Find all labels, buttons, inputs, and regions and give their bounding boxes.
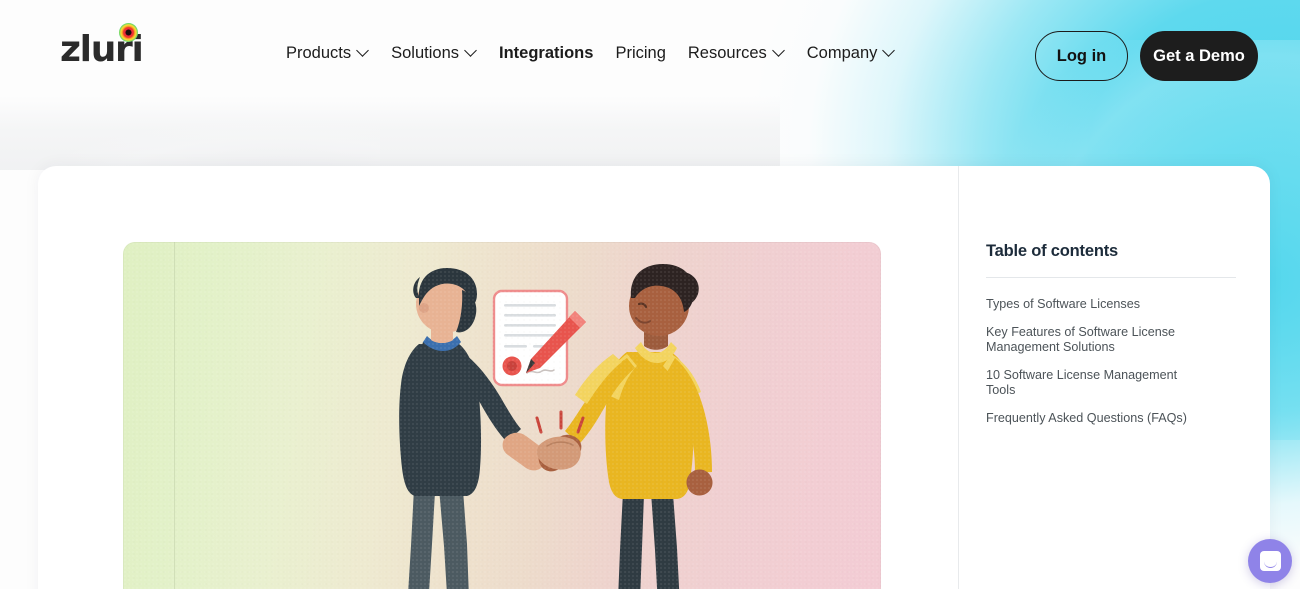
toc-title: Table of contents: [986, 242, 1118, 260]
nav-label: Integrations: [499, 44, 594, 62]
nav-item-resources[interactable]: Resources: [688, 44, 785, 63]
article-card: Table of contents Types of Software Lice…: [38, 166, 1270, 589]
nav-label: Solutions: [391, 44, 460, 62]
chat-message-icon: [1259, 551, 1281, 571]
nav-item-solutions[interactable]: Solutions: [391, 44, 477, 63]
nav-label: Pricing: [615, 44, 666, 62]
page-root: zluri Products Solutions Integrations Pr…: [0, 0, 1300, 589]
toc-list: Types of Software Licenses Key Features …: [986, 297, 1244, 426]
login-button[interactable]: Log in: [1035, 31, 1128, 81]
nav-item-company[interactable]: Company: [807, 44, 896, 63]
main-navigation: Products Solutions Integrations Pricing …: [286, 44, 895, 63]
brand-logo[interactable]: zluri: [60, 23, 144, 68]
toc-link-management-tools[interactable]: 10 Software License Management Tools: [986, 368, 1208, 399]
get-a-demo-button[interactable]: Get a Demo: [1140, 31, 1258, 81]
chevron-down-icon: [466, 46, 477, 57]
table-of-contents: Table of contents Types of Software Lice…: [958, 166, 1270, 589]
nav-label: Company: [806, 44, 878, 62]
hero-illustration: [123, 242, 881, 589]
nav-item-products[interactable]: Products: [286, 44, 369, 63]
toc-link-faqs[interactable]: Frequently Asked Questions (FAQs): [986, 411, 1208, 427]
header-actions: Log in Get a Demo: [1035, 31, 1258, 81]
toc-divider: [986, 277, 1236, 278]
toc-link-types-of-software-licenses[interactable]: Types of Software Licenses: [986, 297, 1208, 313]
nav-label: Resources: [687, 44, 767, 62]
nav-item-integrations[interactable]: Integrations: [499, 44, 593, 63]
chat-widget-button[interactable]: [1248, 539, 1292, 583]
nav-label: Products: [286, 44, 352, 62]
handshake-contract-illustration: [399, 264, 713, 589]
chevron-down-icon: [358, 46, 369, 57]
nav-item-pricing[interactable]: Pricing: [615, 44, 665, 63]
colorful-dot-icon: [119, 23, 138, 42]
site-header: zluri Products Solutions Integrations Pr…: [0, 0, 1300, 112]
chevron-down-icon: [774, 46, 785, 57]
chevron-down-icon: [884, 46, 895, 57]
article-body: [38, 166, 959, 589]
toc-link-key-features[interactable]: Key Features of Software License Managem…: [986, 325, 1208, 356]
